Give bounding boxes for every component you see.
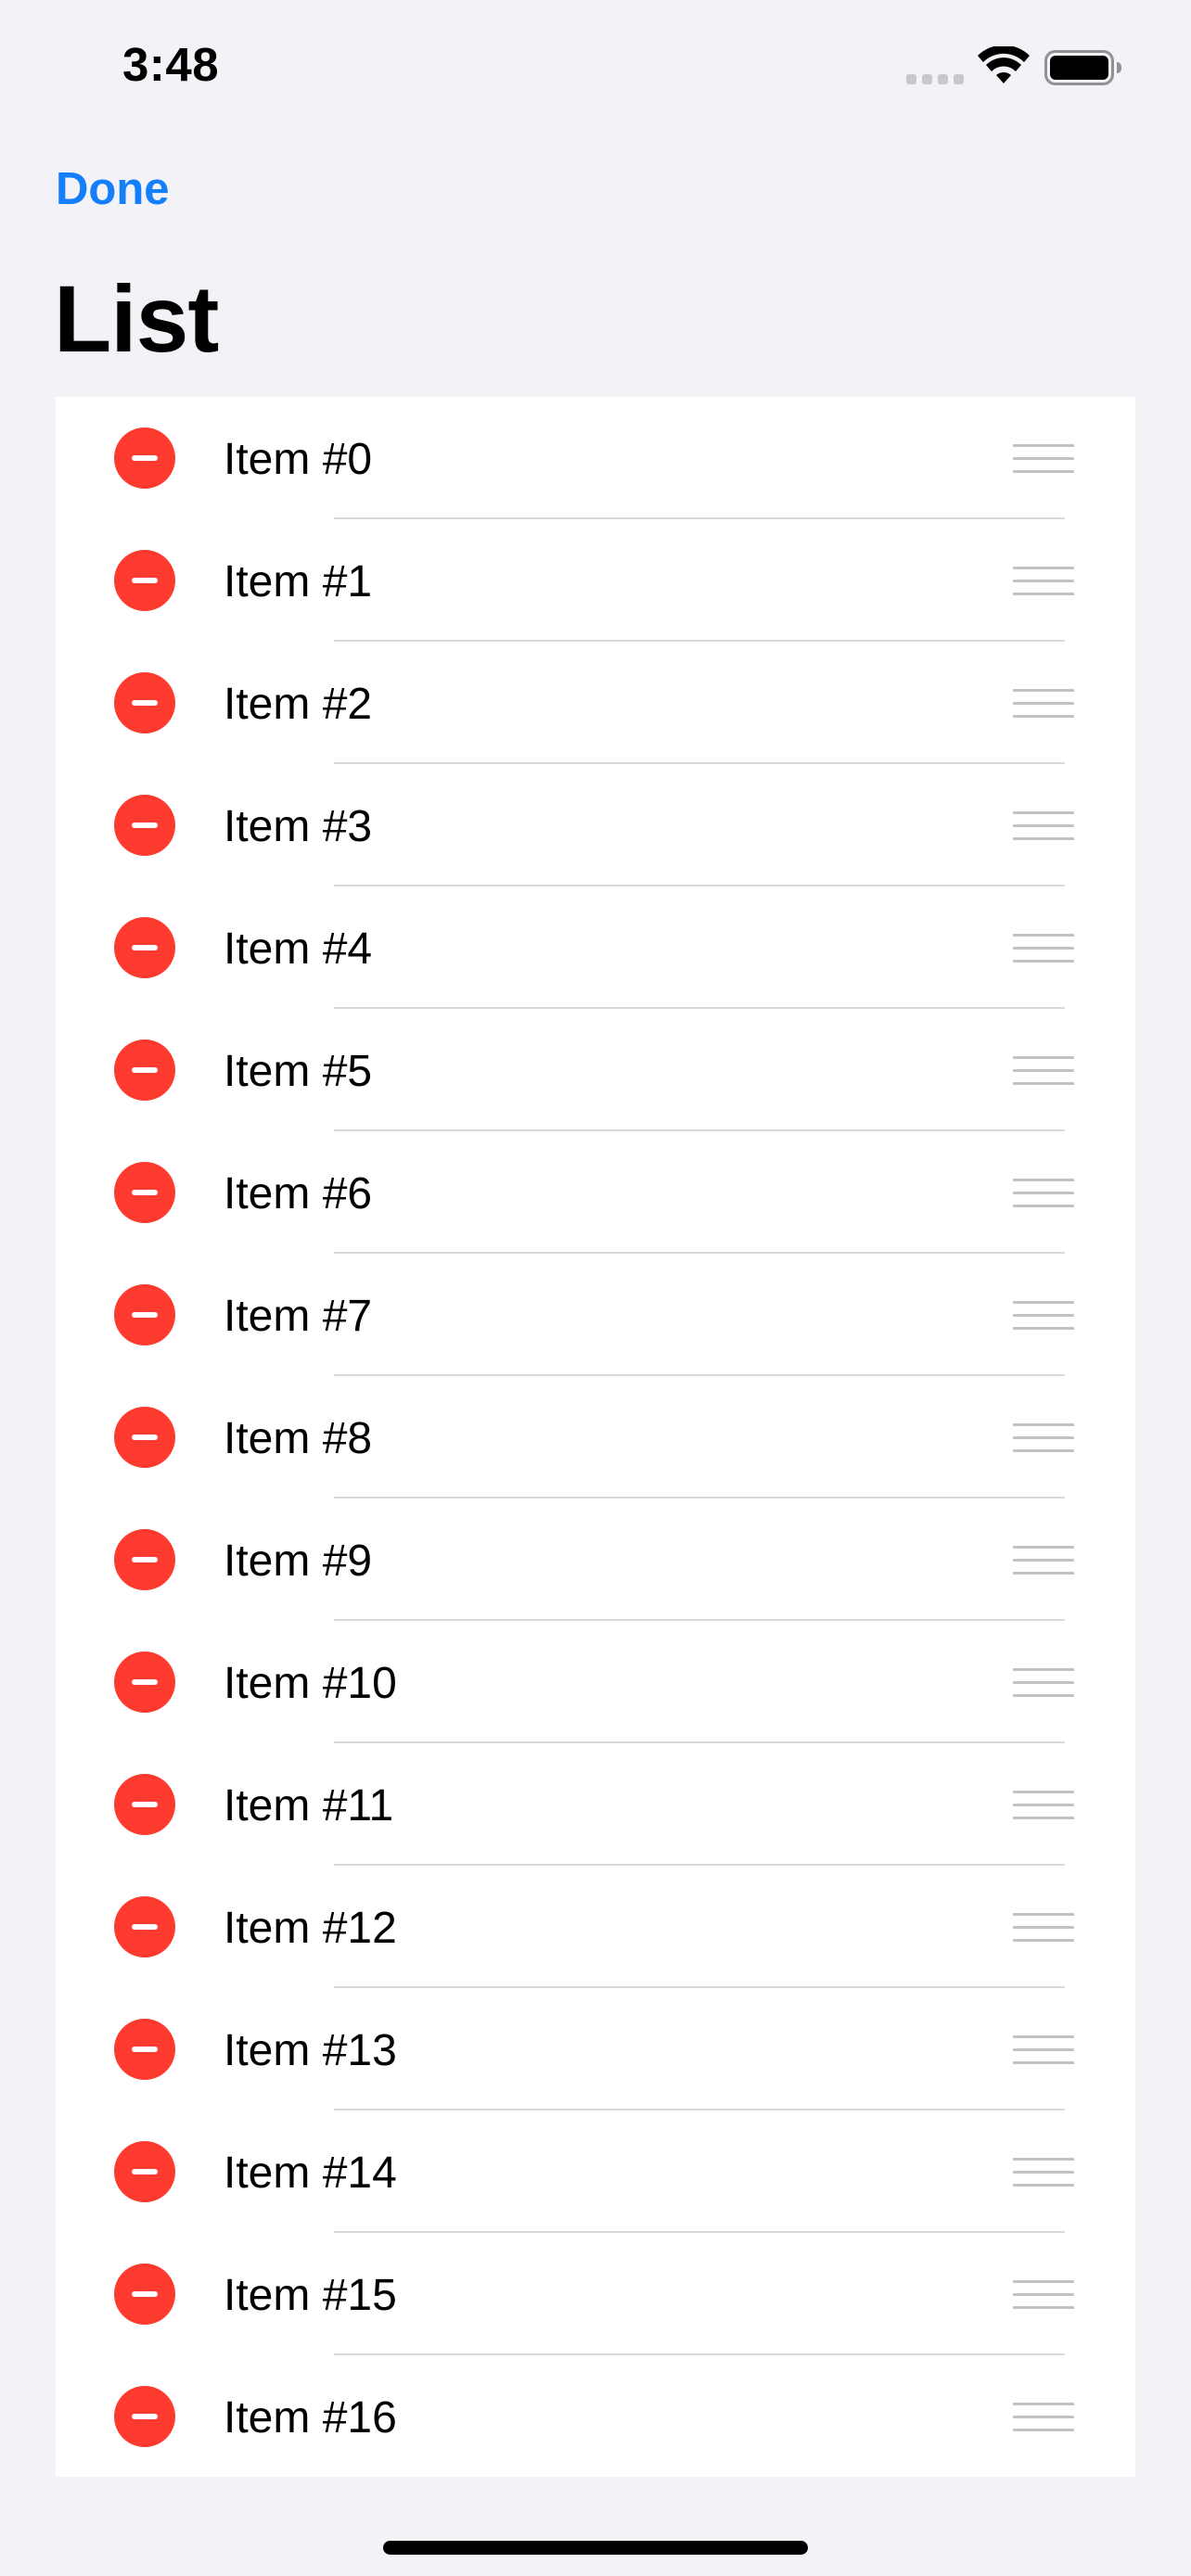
list-item-label: Item #1: [224, 557, 373, 606]
list-item[interactable]: Item #8: [56, 1376, 1135, 1498]
list-item[interactable]: Item #14: [56, 2111, 1135, 2233]
list-item-label: Item #11: [224, 1781, 394, 1830]
list-item[interactable]: Item #11: [56, 1743, 1135, 1866]
minus-circle-icon[interactable]: [114, 427, 175, 489]
minus-circle-icon[interactable]: [114, 672, 175, 733]
list-item-label: Item #10: [224, 1659, 397, 1708]
minus-circle-icon[interactable]: [114, 1407, 175, 1468]
minus-circle-icon[interactable]: [114, 1284, 175, 1345]
reorder-handle-icon[interactable]: [1013, 934, 1074, 963]
list-item-label: Item #5: [224, 1047, 373, 1096]
list-item-label: Item #14: [224, 2149, 397, 2198]
reorder-handle-icon[interactable]: [1013, 811, 1074, 841]
list-item[interactable]: Item #2: [56, 642, 1135, 764]
reorder-handle-icon[interactable]: [1013, 567, 1074, 596]
minus-circle-icon[interactable]: [114, 1039, 175, 1101]
list-item-label: Item #9: [224, 1537, 373, 1586]
reorder-handle-icon[interactable]: [1013, 1301, 1074, 1331]
minus-circle-icon[interactable]: [114, 2141, 175, 2202]
minus-circle-icon[interactable]: [114, 917, 175, 978]
list-item-label: Item #16: [224, 2393, 397, 2442]
list-item[interactable]: Item #5: [56, 1009, 1135, 1131]
cellular-signal-icon: [906, 74, 964, 85]
reorder-handle-icon[interactable]: [1013, 444, 1074, 474]
reorder-handle-icon[interactable]: [1013, 1913, 1074, 1943]
list-item[interactable]: Item #3: [56, 764, 1135, 886]
list-item-label: Item #12: [224, 1904, 397, 1953]
page-title: List: [54, 266, 219, 372]
reorder-handle-icon[interactable]: [1013, 2035, 1074, 2065]
list-item-label: Item #4: [224, 925, 373, 974]
list-item-label: Item #2: [224, 680, 373, 729]
list-item-label: Item #3: [224, 802, 373, 851]
reorder-handle-icon[interactable]: [1013, 689, 1074, 719]
list-item-label: Item #7: [224, 1292, 373, 1341]
list-item-label: Item #0: [224, 435, 373, 484]
list-item[interactable]: Item #0: [56, 397, 1135, 519]
list-item[interactable]: Item #13: [56, 1988, 1135, 2111]
list-item[interactable]: Item #6: [56, 1131, 1135, 1254]
home-indicator[interactable]: [383, 2541, 808, 2555]
list-item[interactable]: Item #12: [56, 1866, 1135, 1988]
wifi-icon: [978, 46, 1030, 83]
list-item[interactable]: Item #9: [56, 1498, 1135, 1621]
reorder-handle-icon[interactable]: [1013, 2158, 1074, 2187]
reorder-handle-icon[interactable]: [1013, 2403, 1074, 2432]
list-item[interactable]: Item #16: [56, 2355, 1135, 2478]
item-list: Item #0 Item #1 Item #2 Item #3 Item #4 Item …: [56, 397, 1135, 2477]
list-item[interactable]: Item #10: [56, 1621, 1135, 1743]
reorder-handle-icon[interactable]: [1013, 1179, 1074, 1208]
reorder-handle-icon[interactable]: [1013, 1423, 1074, 1453]
minus-circle-icon[interactable]: [114, 550, 175, 611]
minus-circle-icon[interactable]: [114, 1529, 175, 1590]
reorder-handle-icon[interactable]: [1013, 2280, 1074, 2310]
status-bar: 3:48: [0, 0, 1191, 139]
reorder-handle-icon[interactable]: [1013, 1791, 1074, 1820]
reorder-handle-icon[interactable]: [1013, 1668, 1074, 1698]
list-item-label: Item #8: [224, 1414, 373, 1463]
minus-circle-icon[interactable]: [114, 795, 175, 856]
minus-circle-icon[interactable]: [114, 2264, 175, 2325]
battery-icon: [1044, 50, 1121, 85]
minus-circle-icon[interactable]: [114, 1896, 175, 1958]
list-item[interactable]: Item #4: [56, 886, 1135, 1009]
minus-circle-icon[interactable]: [114, 1651, 175, 1713]
list-item-label: Item #15: [224, 2271, 397, 2320]
minus-circle-icon[interactable]: [114, 1774, 175, 1835]
done-button[interactable]: Done: [56, 163, 170, 215]
reorder-handle-icon[interactable]: [1013, 1056, 1074, 1086]
status-time: 3:48: [122, 38, 220, 91]
reorder-handle-icon[interactable]: [1013, 1546, 1074, 1575]
list-item-label: Item #13: [224, 2026, 397, 2075]
list-item-label: Item #6: [224, 1169, 373, 1218]
minus-circle-icon[interactable]: [114, 2019, 175, 2080]
list-item[interactable]: Item #7: [56, 1254, 1135, 1376]
list-item[interactable]: Item #15: [56, 2233, 1135, 2355]
minus-circle-icon[interactable]: [114, 2386, 175, 2447]
minus-circle-icon[interactable]: [114, 1162, 175, 1223]
list-item[interactable]: Item #1: [56, 519, 1135, 642]
